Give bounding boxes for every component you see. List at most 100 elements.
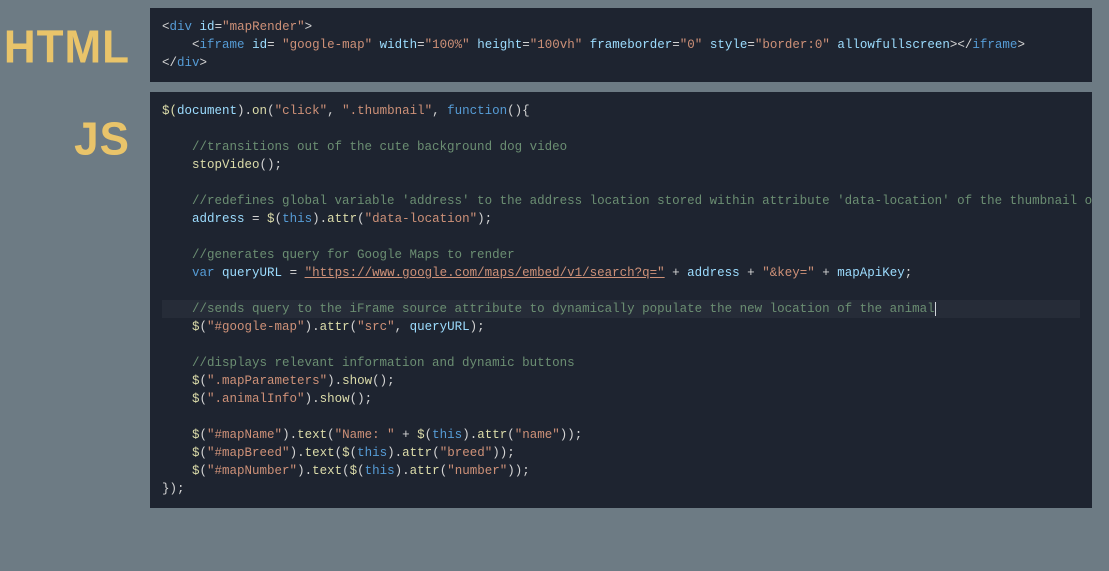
code-text: mapApiKey	[837, 266, 905, 280]
code-text: ,	[432, 104, 447, 118]
code-text: );	[477, 212, 492, 226]
code-text: ).	[395, 464, 410, 478]
code-text: ).	[282, 428, 297, 442]
code-text: ).	[305, 320, 320, 334]
code-text: "0"	[680, 38, 703, 52]
code-text: var	[192, 266, 215, 280]
code-text	[162, 158, 192, 172]
code-text: "&key="	[762, 266, 815, 280]
code-text	[162, 302, 192, 316]
code-text: iframe	[200, 38, 245, 52]
code-text: (	[350, 320, 358, 334]
label-js: JS	[0, 117, 130, 163]
code-text: on	[252, 104, 267, 118]
code-text: <	[192, 38, 200, 52]
code-text: ).	[290, 446, 305, 460]
code-text: attr	[320, 320, 350, 334]
code-text: ).	[312, 212, 327, 226]
code-text: this	[432, 428, 462, 442]
code-text: stopVideo	[192, 158, 260, 172]
code-text: ></	[950, 38, 973, 52]
code-text: =	[267, 38, 282, 52]
code-text	[372, 38, 380, 52]
code-text: (	[342, 464, 350, 478]
code-text: "Name: "	[335, 428, 395, 442]
code-text: (	[267, 104, 275, 118]
code-text: "mapRender"	[222, 20, 305, 34]
code-text: =	[245, 212, 268, 226]
code-text: ).	[297, 464, 312, 478]
code-text: (	[350, 446, 358, 460]
code-text: $	[192, 428, 200, 442]
code-text: attr	[402, 446, 432, 460]
code-text: (	[200, 464, 208, 478]
code-text: "click"	[275, 104, 328, 118]
code-text: "#mapBreed"	[207, 446, 290, 460]
code-text: function	[447, 104, 507, 118]
code-text: =	[417, 38, 425, 52]
code-text	[162, 356, 192, 370]
code-text: this	[365, 464, 395, 478]
code-text: //redefines global variable 'address' to…	[192, 194, 1092, 208]
code-text: $	[267, 212, 275, 226]
code-text: text	[312, 464, 342, 478]
code-text: show	[320, 392, 350, 406]
code-text	[702, 38, 710, 52]
code-text: this	[282, 212, 312, 226]
code-text	[162, 212, 192, 226]
code-text: queryURL	[410, 320, 470, 334]
code-text: address	[192, 212, 245, 226]
code-text: ));	[560, 428, 583, 442]
code-text: width	[380, 38, 418, 52]
code-text: id	[252, 38, 267, 52]
code-text	[162, 194, 192, 208]
labels-column: HTML JS	[0, 0, 150, 508]
code-text: (	[327, 428, 335, 442]
code-text: ".thumbnail"	[342, 104, 432, 118]
code-text	[215, 266, 223, 280]
code-text	[162, 320, 192, 334]
code-text: (	[432, 446, 440, 460]
code-text: //generates query for Google Maps to ren…	[192, 248, 515, 262]
code-text	[192, 20, 200, 34]
code-text: "name"	[515, 428, 560, 442]
code-text: ).	[237, 104, 252, 118]
code-text	[162, 464, 192, 478]
code-text: =	[672, 38, 680, 52]
code-text: ));	[507, 464, 530, 478]
code-text: height	[477, 38, 522, 52]
code-text: ();	[260, 158, 283, 172]
code-text: $	[192, 446, 200, 460]
code-text: text	[297, 428, 327, 442]
code-text: $	[350, 464, 358, 478]
code-text: =	[747, 38, 755, 52]
code-text: show	[342, 374, 372, 388]
code-text: address	[687, 266, 740, 280]
code-text: attr	[327, 212, 357, 226]
layout-container: HTML JS <div id="mapRender"> <iframe id=…	[0, 0, 1109, 508]
code-text: this	[357, 446, 387, 460]
code-text: frameborder	[590, 38, 673, 52]
code-text: "google-map"	[282, 38, 372, 52]
code-text: $	[192, 392, 200, 406]
code-text: (	[200, 446, 208, 460]
code-text: ,	[327, 104, 342, 118]
code-text: ,	[395, 320, 410, 334]
code-text	[162, 38, 192, 52]
code-text: (	[357, 212, 365, 226]
code-text: "number"	[447, 464, 507, 478]
code-text: "#google-map"	[207, 320, 305, 334]
code-text: $(	[162, 104, 177, 118]
code-text: document	[177, 104, 237, 118]
code-text: <	[162, 20, 170, 34]
code-text: (	[335, 446, 343, 460]
code-text: "#mapName"	[207, 428, 282, 442]
js-code-panel: $(document).on("click", ".thumbnail", fu…	[150, 92, 1092, 508]
code-text: =	[215, 20, 223, 34]
code-text: text	[305, 446, 335, 460]
code-text: =	[522, 38, 530, 52]
code-text: $	[192, 464, 200, 478]
code-text: //transitions out of the cute background…	[192, 140, 567, 154]
code-text: ;	[905, 266, 913, 280]
code-text: $	[192, 320, 200, 334]
